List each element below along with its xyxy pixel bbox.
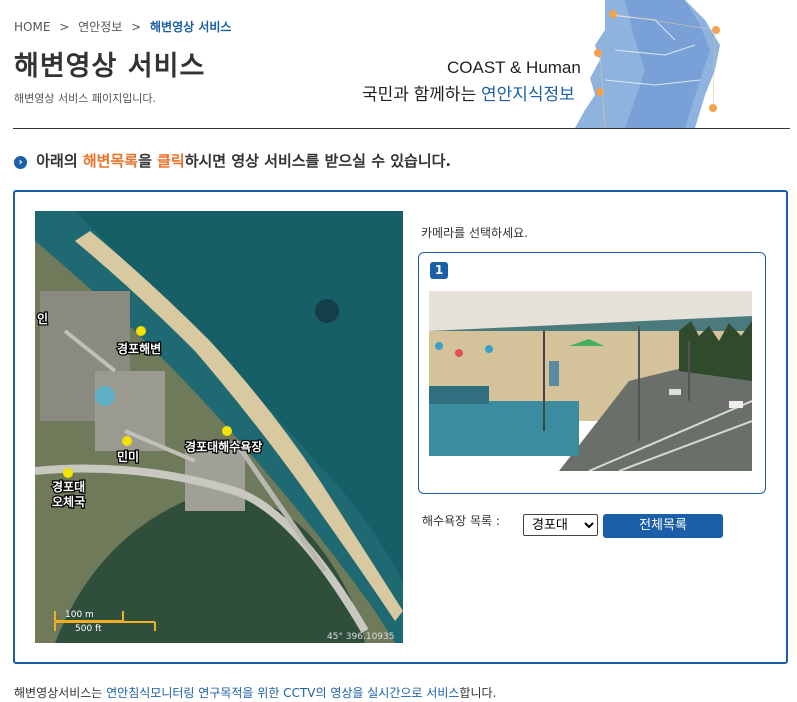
brand-english: COAST & Human <box>447 58 581 77</box>
breadcrumb-level1[interactable]: 연안정보 <box>78 20 122 34</box>
instruction-highlight-click: 클릭 <box>157 152 185 170</box>
map-label-edge: 인 <box>37 311 48 326</box>
camera-prompt: 카메라를 선택하세요. <box>421 226 528 240</box>
breadcrumb-separator: > <box>59 20 70 34</box>
footer-highlight: 연안침식모니터링 연구목적을 위한 CCTV의 영상을 실시간으로 서비스 <box>106 686 460 700</box>
breadcrumb-separator: > <box>131 20 142 34</box>
map-label-gyeongpodae-beach: 경포대해수욕장 <box>185 439 262 454</box>
breadcrumb-home[interactable]: HOME <box>14 20 50 34</box>
brand-korean-highlight: 연안지식정보 <box>480 85 575 104</box>
map-label-gyeongpodae: 경포대 <box>52 480 85 494</box>
instruction-text: › 아래의 해변목록을 클릭하시면 영상 서비스를 받으실 수 있습니다. <box>14 150 451 171</box>
instruction-part3: 하시면 영상 서비스를 받으실 수 있습니다. <box>184 152 452 170</box>
map-scale-top: 100 m <box>65 610 94 620</box>
map-label-minmi: 민미 <box>117 449 139 464</box>
korea-map-image <box>575 0 720 128</box>
beach-select[interactable]: 경포대 <box>523 514 598 536</box>
map-label-gyeongpo-beach: 경포해변 <box>117 341 161 356</box>
instruction-part1: 아래의 <box>36 152 83 170</box>
brand-korean: 국민과 함께하는 연안지식정보 <box>362 80 575 105</box>
breadcrumb: HOME > 연안정보 > 해변영상 서비스 <box>14 18 231 35</box>
map-coords: 45° 396.10935 <box>327 632 394 642</box>
all-list-button[interactable]: 전체목록 <box>603 514 723 538</box>
map-label-post-office: 오체국 <box>52 494 85 509</box>
camera-feed-image[interactable]: 2020-08-12 14 50 57 <box>429 291 752 471</box>
brand-korean-prefix: 국민과 함께하는 <box>362 85 481 104</box>
aerial-map[interactable]: 경포해변 경포대해수욕장 민미 경포대 오체국 인 100 m 500 ft 4… <box>35 211 403 643</box>
title-divider <box>13 128 790 129</box>
page-subtitle: 해변영상 서비스 페이지입니다. <box>14 92 157 105</box>
footer-note: 해변영상서비스는 연안침식모니터링 연구목적을 위한 CCTV의 영상을 실시간… <box>14 684 496 701</box>
page-title: 해변영상 서비스 <box>14 51 206 82</box>
chevron-right-icon: › <box>14 156 27 169</box>
instruction-highlight-list: 해변목록 <box>82 152 139 170</box>
camera-timestamp: 2020-08-12 14 50 57 <box>433 459 525 468</box>
map-scale-bottom: 500 ft <box>75 624 102 634</box>
footer-part1: 해변영상서비스는 <box>14 686 107 700</box>
camera-number-badge: 1 <box>430 262 448 279</box>
breadcrumb-current[interactable]: 해변영상 서비스 <box>150 20 231 34</box>
instruction-part2: 을 <box>138 152 158 170</box>
footer-part2: 합니다. <box>459 686 497 700</box>
beach-list-label: 해수욕장 목록 : <box>422 514 500 528</box>
